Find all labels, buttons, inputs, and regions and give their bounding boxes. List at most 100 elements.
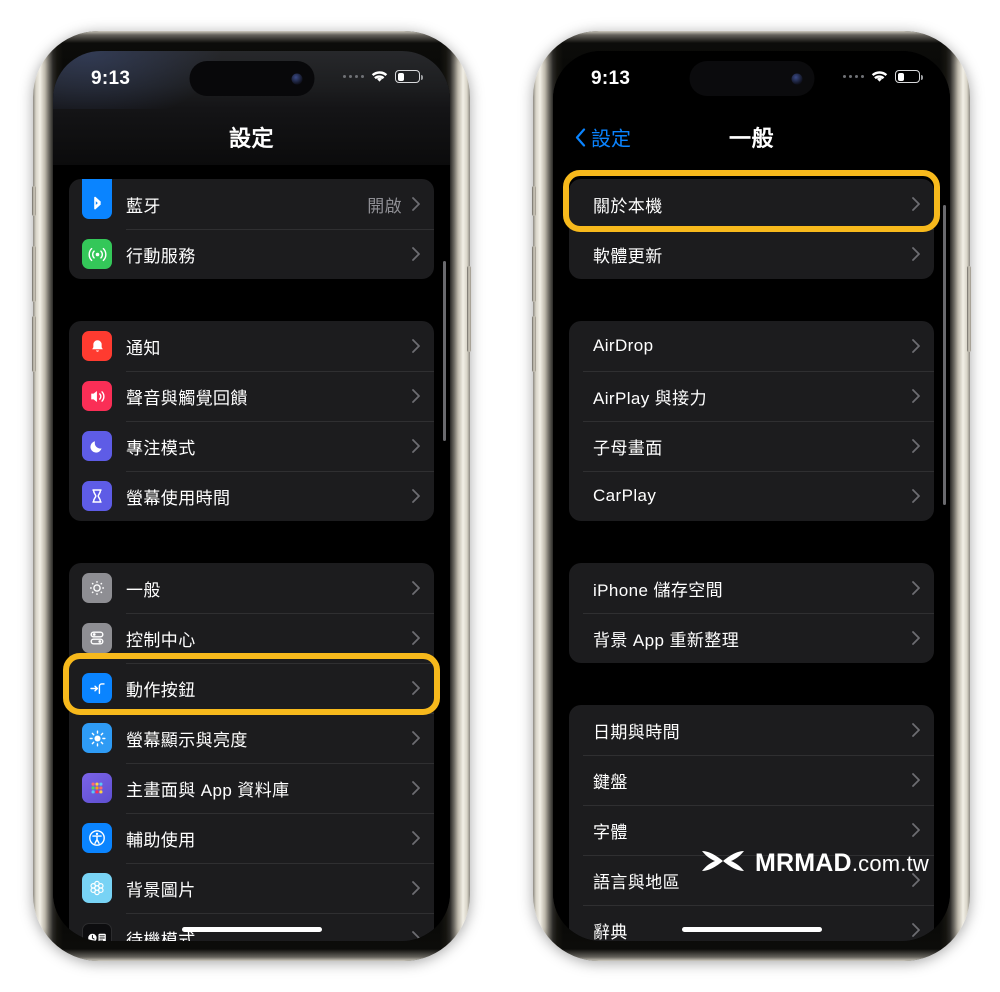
list-item[interactable]: 軟體更新 (569, 229, 934, 279)
power-button[interactable] (467, 266, 471, 352)
chevron-right-icon (912, 389, 920, 403)
chevron-right-icon (912, 631, 920, 645)
list-item[interactable]: 子母畫面 (569, 421, 934, 471)
mute-button[interactable] (32, 186, 36, 216)
list-item[interactable]: 通知 (69, 321, 434, 371)
back-button-label: 設定 (591, 128, 631, 151)
chevron-right-icon (412, 931, 420, 941)
watermark: MRMAD.com.tw (700, 848, 929, 879)
action-button-icon (82, 673, 112, 703)
notifications-icon (82, 331, 112, 361)
mrmad-bowtie-logo (700, 848, 746, 879)
volume-up-button[interactable] (32, 246, 36, 302)
cellular-dots-icon (842, 74, 864, 79)
chevron-right-icon (912, 339, 920, 353)
power-button[interactable] (967, 266, 971, 352)
right-iphone-device: 9:13 設定 一般 關於本機 軟體更新 AirDrop AirPlay 與接力… (532, 31, 971, 961)
chevron-right-icon (412, 781, 420, 795)
wifi-icon (871, 70, 888, 83)
list-item[interactable]: CarPlay (569, 471, 934, 521)
list-item[interactable]: 螢幕顯示與亮度 (69, 713, 434, 763)
chevron-right-icon (412, 631, 420, 645)
chevron-right-icon (412, 197, 420, 211)
cellular-dots-icon (342, 74, 364, 79)
list-item[interactable]: 辭典 (569, 905, 934, 941)
volume-up-button[interactable] (532, 246, 536, 302)
volume-down-button[interactable] (32, 316, 36, 372)
list-item-label: 語言與地區 (593, 872, 680, 892)
list-item[interactable]: 輔助使用 (69, 813, 434, 863)
dynamic-island (189, 61, 314, 96)
list-item[interactable]: 背景 App 重新整理 (569, 613, 934, 663)
watermark-brand: MRMAD (755, 849, 852, 877)
volume-down-button[interactable] (532, 316, 536, 372)
settings-group-general: 一般 控制中心 動作按鈕 螢幕顯示與亮度 主畫面與 App 資料庫 輔助使用 背… (69, 563, 434, 941)
chevron-right-icon (412, 247, 420, 261)
general-gear-icon (82, 573, 112, 603)
list-item-label: 控制中心 (126, 630, 196, 650)
list-item[interactable]: 動作按鈕 (69, 663, 434, 713)
watermark-suffix: .com.tw (851, 851, 930, 876)
list-item[interactable]: 聲音與觸覺回饋 (69, 371, 434, 421)
list-item[interactable]: 主畫面與 App 資料庫 (69, 763, 434, 813)
watermark-text: MRMAD.com.tw (755, 849, 929, 878)
mute-button[interactable] (532, 186, 536, 216)
list-item-label: CarPlay (593, 486, 657, 505)
home-indicator[interactable] (181, 927, 322, 932)
chevron-right-icon (412, 581, 420, 595)
settings-group-notifications: 通知 聲音與觸覺回饋 專注模式 螢幕使用時間 (69, 321, 434, 521)
list-item[interactable]: AirDrop (569, 321, 934, 371)
list-item[interactable]: 螢幕使用時間 (69, 471, 434, 521)
list-item[interactable]: 專注模式 (69, 421, 434, 471)
list-item-label: 辭典 (593, 922, 628, 942)
wifi-icon (371, 70, 388, 83)
list-item[interactable]: iPhone 儲存空間 (569, 563, 934, 613)
status-bar-time: 9:13 (591, 68, 631, 89)
list-item[interactable]: 控制中心 (69, 613, 434, 663)
chevron-right-icon (912, 439, 920, 453)
list-item-label: 背景圖片 (126, 880, 196, 900)
settings-group-about: 關於本機 軟體更新 (569, 179, 934, 279)
list-item-label: 聲音與觸覺回饋 (126, 388, 248, 408)
list-item-label: 一般 (126, 580, 161, 600)
list-item[interactable]: AirPlay 與接力 (569, 371, 934, 421)
sidebar-item-about[interactable]: 關於本機 (569, 179, 934, 229)
front-camera-icon (291, 73, 302, 84)
sidebar-item-general[interactable]: 一般 (69, 563, 434, 613)
list-item[interactable]: 日期與時間 (569, 705, 934, 755)
list-item[interactable]: 藍牙 開啟 (69, 179, 434, 229)
home-indicator[interactable] (681, 927, 822, 932)
chevron-right-icon (412, 439, 420, 453)
list-item-label: 日期與時間 (593, 722, 680, 742)
list-item[interactable]: 行動服務 (69, 229, 434, 279)
list-item-label: 鍵盤 (593, 772, 628, 792)
list-item-label: 藍牙 (126, 196, 161, 216)
list-item-label: iPhone 儲存空間 (593, 580, 724, 600)
list-item[interactable]: 背景圖片 (69, 863, 434, 913)
status-bar-indicators (842, 70, 923, 83)
list-item-label: AirDrop (593, 336, 654, 355)
list-item-label: 動作按鈕 (126, 680, 196, 700)
left-nav-bar: 設定 (53, 109, 450, 165)
chevron-right-icon (912, 923, 920, 937)
right-settings-list[interactable]: 關於本機 軟體更新 AirDrop AirPlay 與接力 子母畫面 CarPl… (553, 165, 950, 941)
list-item[interactable]: 鍵盤 (569, 755, 934, 805)
scrollbar[interactable] (943, 205, 946, 505)
list-item-label: 關於本機 (593, 196, 663, 216)
bluetooth-icon (82, 189, 112, 219)
back-button[interactable]: 設定 (575, 123, 631, 152)
scrollbar[interactable] (443, 261, 446, 441)
chevron-right-icon (412, 831, 420, 845)
accessibility-icon (82, 823, 112, 853)
status-bar-time: 9:13 (91, 68, 131, 89)
left-iphone-device: 9:13 設定 藍牙 開啟 行動服務 通知 聲音與觸覺回饋 專注模式 螢幕使用時… (32, 31, 471, 961)
wallpaper-icon (82, 873, 112, 903)
screenshot-canvas: 9:13 設定 藍牙 開啟 行動服務 通知 聲音與觸覺回饋 專注模式 螢幕使用時… (0, 0, 1000, 992)
home-screen-app-library-icon (82, 773, 112, 803)
chevron-right-icon (912, 489, 920, 503)
list-item-label: AirPlay 與接力 (593, 388, 707, 408)
display-brightness-icon (82, 723, 112, 753)
settings-group-storage: iPhone 儲存空間 背景 App 重新整理 (569, 563, 934, 663)
left-settings-list[interactable]: 藍牙 開啟 行動服務 通知 聲音與觸覺回饋 專注模式 螢幕使用時間 一般 控制中… (53, 165, 450, 941)
right-nav-bar: 設定 一般 (553, 109, 950, 165)
